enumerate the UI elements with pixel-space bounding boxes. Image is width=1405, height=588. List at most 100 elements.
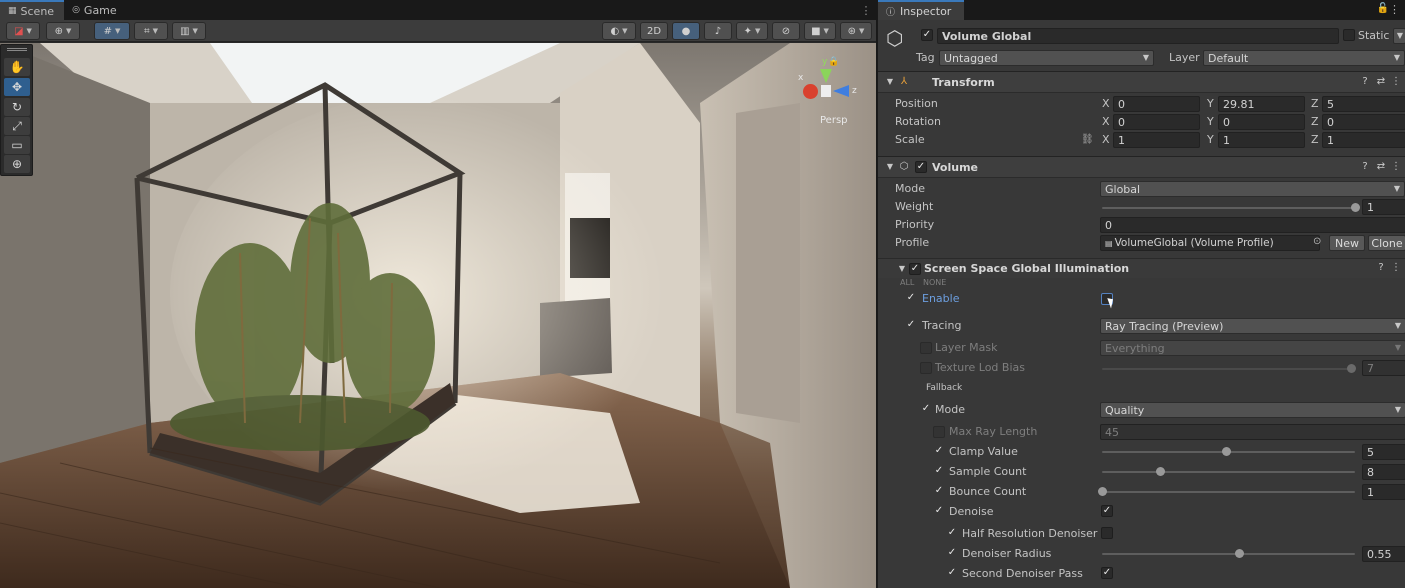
denoiser-radius-slider[interactable] — [1102, 549, 1355, 558]
effects-dropdown[interactable]: ✦ ▼ — [736, 22, 768, 40]
lighting-toggle-button[interactable]: ● — [672, 22, 700, 40]
sample-count-override-checkbox[interactable]: ✓ — [933, 466, 945, 478]
2d-toggle-button[interactable]: 2D — [640, 22, 668, 40]
volume-mode-dropdown[interactable]: Global ▼ — [1100, 181, 1405, 197]
clamp-slider[interactable] — [1102, 447, 1355, 456]
transform-rotation-x-field[interactable]: 0 — [1113, 114, 1200, 130]
axis-z-label[interactable]: Z — [1311, 115, 1319, 128]
gizmo-y-cone[interactable] — [820, 69, 832, 83]
axis-y-label[interactable]: Y — [1207, 133, 1214, 146]
transform-rotation-z-field[interactable]: 0 — [1322, 114, 1405, 130]
orientation-gizmo[interactable]: 🔒 y x z Persp — [795, 53, 865, 138]
rect-tool-button[interactable]: ▭ — [4, 136, 30, 154]
help-icon[interactable]: ? — [1359, 161, 1371, 173]
axis-x-label[interactable]: X — [1102, 97, 1110, 110]
static-checkbox[interactable] — [1343, 29, 1355, 41]
denoiser-radius-field[interactable]: 0.55 — [1362, 546, 1405, 562]
second-pass-checkbox[interactable]: ✓ — [1101, 567, 1113, 579]
denoiser-radius-slider-knob[interactable] — [1234, 549, 1244, 558]
global-dropdown[interactable]: ⊕ ▼ — [46, 22, 80, 40]
object-name-field[interactable]: Volume Global — [937, 28, 1339, 44]
gizmos-dropdown[interactable]: ⊛ ▼ — [840, 22, 872, 40]
scale-tool-button[interactable]: ⤢ — [4, 117, 30, 135]
denoiser-radius-override-checkbox[interactable]: ✓ — [946, 548, 958, 560]
target-icon[interactable]: ⊙ — [1313, 236, 1321, 247]
clamp-field[interactable]: 5 — [1362, 444, 1405, 460]
bounce-count-override-checkbox[interactable]: ✓ — [933, 486, 945, 498]
foldout-arrow-icon[interactable]: ▼ — [896, 263, 908, 275]
move-tool-button[interactable]: ✥ — [4, 78, 30, 96]
clamp-override-checkbox[interactable]: ✓ — [933, 446, 945, 458]
tracing-override-checkbox[interactable]: ✓ — [905, 320, 917, 332]
audio-toggle-button[interactable]: ♪ — [704, 22, 732, 40]
transform-position-x-field[interactable]: 0 — [1113, 96, 1200, 112]
texture-lod-slider-knob[interactable] — [1347, 364, 1357, 373]
kebab-icon[interactable]: ⋮ — [1390, 262, 1402, 274]
drag-handle[interactable] — [7, 48, 27, 51]
hidden-objects-button[interactable]: ⊘ — [772, 22, 800, 40]
tracing-dropdown[interactable]: Ray Tracing (Preview) ▼ — [1100, 318, 1405, 334]
active-checkbox[interactable]: ✓ — [921, 29, 933, 41]
clamp-slider-knob[interactable] — [1221, 447, 1231, 456]
volume-enabled-checkbox[interactable]: ✓ — [915, 161, 927, 173]
ssgi-enabled-checkbox[interactable]: ✓ — [909, 263, 921, 275]
half-res-checkbox[interactable] — [1101, 527, 1113, 539]
axis-x-label[interactable]: X — [1102, 133, 1110, 146]
mode-override-checkbox[interactable]: ✓ — [920, 404, 932, 416]
link-icon[interactable]: ⛓ — [1081, 134, 1094, 145]
new-profile-button[interactable]: New — [1329, 235, 1365, 251]
none-overrides-button[interactable]: NONE — [923, 278, 946, 287]
gizmo-x-handle[interactable] — [803, 84, 818, 99]
bounce-count-slider-knob[interactable] — [1098, 487, 1107, 496]
texture-lod-override-checkbox[interactable] — [920, 362, 932, 374]
fallback-mode-dropdown[interactable]: Quality ▼ — [1100, 402, 1405, 418]
kebab-icon[interactable]: ⋮ — [856, 0, 876, 20]
bounce-count-field[interactable]: 1 — [1362, 484, 1405, 500]
rotate-tool-button[interactable]: ↻ — [4, 98, 30, 116]
weight-slider-knob[interactable] — [1351, 203, 1360, 212]
priority-field[interactable]: 0 — [1100, 217, 1405, 233]
preset-icon[interactable]: ⇄ — [1375, 76, 1387, 88]
layer-dropdown[interactable]: Default ▼ — [1203, 50, 1405, 66]
transform-scale-x-field[interactable]: 1 — [1113, 132, 1200, 148]
cube-icon[interactable]: ⬡ — [886, 27, 908, 49]
foldout-arrow-icon[interactable]: ▼ — [884, 161, 896, 173]
transform-scale-z-field[interactable]: 1 — [1322, 132, 1405, 148]
tab-scene[interactable]: ▦ Scene — [0, 0, 65, 20]
weight-field[interactable]: 1 — [1362, 199, 1405, 215]
max-ray-override-checkbox[interactable] — [933, 426, 945, 438]
shading-mode-dropdown[interactable]: ◐ ▼ — [602, 22, 636, 40]
static-dropdown[interactable]: ▼ — [1393, 28, 1405, 44]
grid-snap-button[interactable]: # ▼ — [94, 22, 130, 40]
sample-count-field[interactable]: 8 — [1362, 464, 1405, 480]
volume-header[interactable]: ▼ ⬡ ✓ Volume ? ⇄ ⋮ — [878, 156, 1405, 178]
camera-dropdown[interactable]: ■ ▼ — [804, 22, 836, 40]
lock-icon[interactable]: 🔒 — [828, 57, 839, 67]
half-res-override-checkbox[interactable]: ✓ — [946, 528, 958, 540]
gizmo-center-cube[interactable] — [821, 85, 831, 97]
axis-x-label[interactable]: X — [1102, 115, 1110, 128]
max-ray-field[interactable]: 45 — [1100, 424, 1405, 440]
kebab-icon[interactable]: ⋮ — [1390, 161, 1402, 173]
axis-z-label[interactable]: Z — [1311, 97, 1319, 110]
help-icon[interactable]: ? — [1359, 76, 1371, 88]
gizmo-z-cone[interactable] — [833, 85, 849, 97]
ssgi-header[interactable]: ▼ ✓ Screen Space Global Illumination ? ⋮ — [878, 258, 1405, 278]
weight-slider[interactable] — [1102, 203, 1360, 212]
axis-z-label[interactable]: Z — [1311, 133, 1319, 146]
transform-scale-y-field[interactable]: 1 — [1218, 132, 1305, 148]
axis-y-label[interactable]: Y — [1207, 97, 1214, 110]
layer-mask-override-checkbox[interactable] — [920, 342, 932, 354]
all-overrides-button[interactable]: ALL — [900, 278, 914, 287]
denoise-override-checkbox[interactable]: ✓ — [933, 506, 945, 518]
transform-rotation-y-field[interactable]: 0 — [1218, 114, 1305, 130]
kebab-icon[interactable]: ⋮ — [1389, 3, 1400, 16]
sample-count-slider-knob[interactable] — [1156, 467, 1166, 476]
tag-dropdown[interactable]: Untagged ▼ — [939, 50, 1154, 66]
denoise-checkbox[interactable]: ✓ — [1101, 505, 1113, 517]
draw-mode-dropdown[interactable]: ◪ ▼ — [6, 22, 40, 40]
scene-viewport[interactable]: 🔒 y x z Persp — [0, 43, 876, 588]
foldout-arrow-icon[interactable]: ▼ — [884, 76, 896, 88]
sample-count-slider[interactable] — [1102, 467, 1355, 476]
axis-y-label[interactable]: Y — [1207, 115, 1214, 128]
